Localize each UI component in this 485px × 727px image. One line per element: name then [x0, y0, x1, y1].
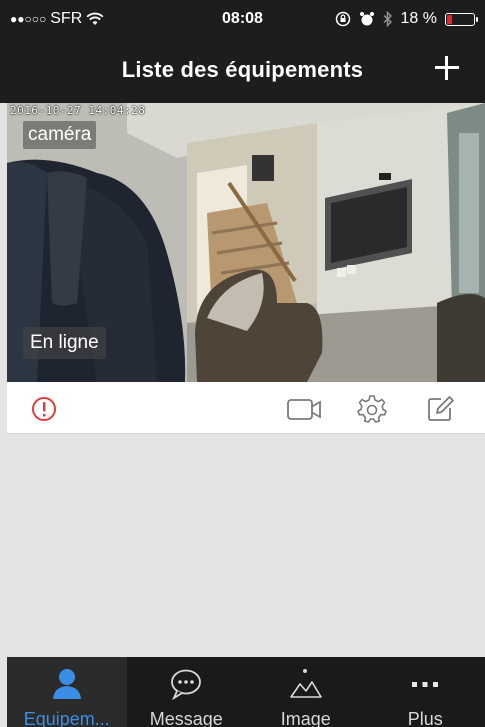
- tab-label: Equipem...: [23, 709, 110, 727]
- app-screen: ●●○○○ SFR 08:08 18 % Liste des équipemen…: [0, 0, 485, 727]
- battery-percent: 18 %: [400, 10, 437, 27]
- status-bar: ●●○○○ SFR 08:08 18 %: [0, 0, 485, 40]
- more-icon: [412, 682, 439, 687]
- video-timestamp: 2016-10-27 14:04:28: [10, 104, 146, 117]
- top-bar: ●●○○○ SFR 08:08 18 % Liste des équipemen…: [0, 0, 485, 103]
- chat-bubble-icon: [171, 669, 202, 701]
- rotation-lock-icon: [335, 11, 350, 27]
- camera-status-badge: En ligne: [23, 327, 106, 359]
- tab-label: Image: [280, 709, 331, 727]
- image-icon: [289, 669, 322, 698]
- battery-icon: [445, 12, 478, 26]
- camera-preview[interactable]: 2016-10-27 14:04:28 caméra En ligne: [7, 103, 485, 382]
- tab-label: Message: [149, 709, 223, 727]
- status-right: 18 %: [335, 10, 478, 28]
- alert-icon[interactable]: [29, 394, 59, 424]
- tab-plus[interactable]: Plus: [366, 657, 485, 727]
- add-device-button[interactable]: [431, 52, 463, 84]
- user-icon: [52, 669, 81, 699]
- tab-bar: Equipem... Message Image Plus: [7, 657, 485, 727]
- page-title: Liste des équipements: [121, 57, 364, 82]
- camera-name-label: caméra: [23, 121, 97, 149]
- video-camera-icon[interactable]: [286, 394, 324, 424]
- tab-label: Plus: [407, 709, 443, 727]
- tab-equipements[interactable]: Equipem...: [7, 657, 127, 727]
- tab-image[interactable]: Image: [246, 657, 366, 727]
- tab-message[interactable]: Message: [127, 657, 247, 727]
- alarm-icon: [359, 12, 374, 26]
- camera-action-bar: [7, 382, 485, 434]
- settings-gear-icon[interactable]: [357, 394, 387, 424]
- bluetooth-icon: [383, 11, 392, 27]
- edit-icon[interactable]: [425, 394, 455, 424]
